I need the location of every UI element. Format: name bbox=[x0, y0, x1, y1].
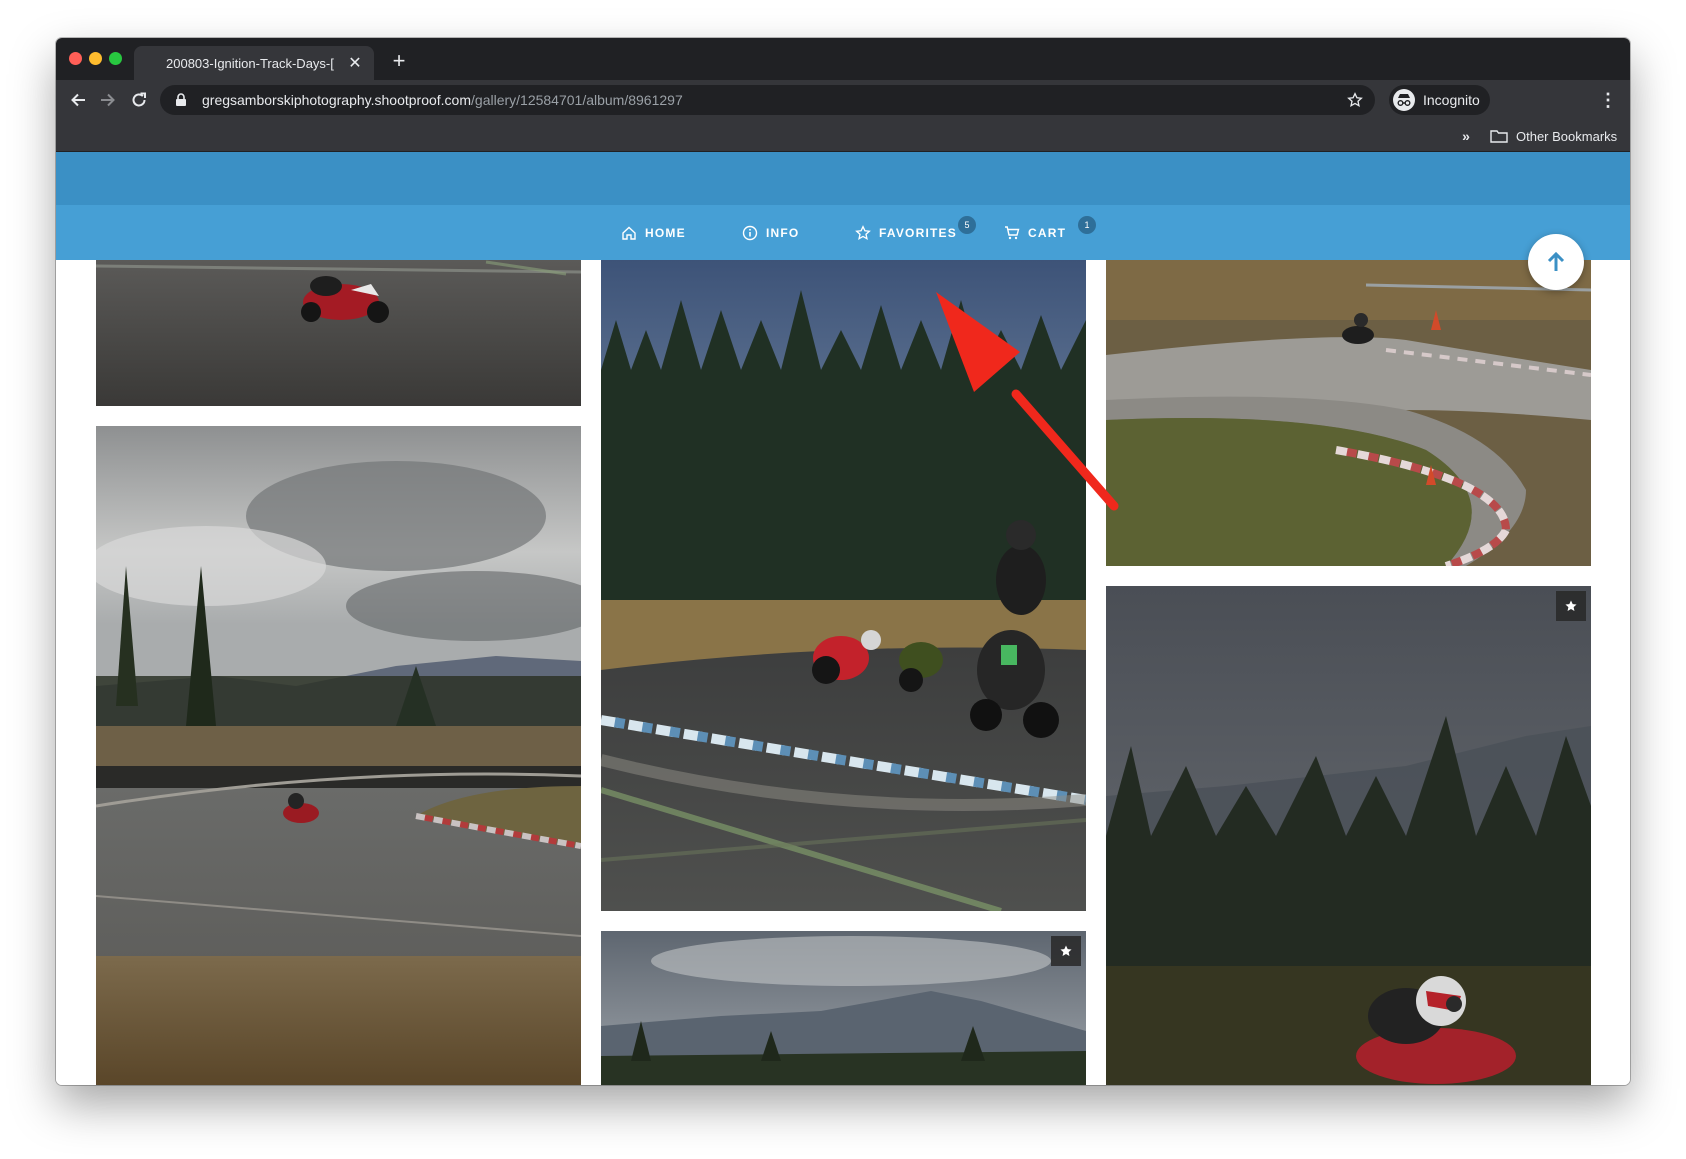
star-icon[interactable] bbox=[1345, 90, 1365, 110]
tab-strip: 200803-Ignition-Track-Days-[ ✕ + bbox=[56, 38, 1630, 80]
gallery-photo[interactable] bbox=[1106, 260, 1591, 566]
gallery-photo[interactable] bbox=[1106, 586, 1591, 1085]
scroll-to-top-button[interactable] bbox=[1528, 234, 1584, 290]
nav-info[interactable]: INFO bbox=[742, 223, 799, 243]
address-bar[interactable]: gregsamborskiphotography.shootproof.com /… bbox=[160, 85, 1375, 115]
favorite-toggle-button[interactable] bbox=[1556, 591, 1586, 621]
browser-window: 200803-Ignition-Track-Days-[ ✕ + gregsam… bbox=[56, 38, 1630, 1085]
incognito-icon bbox=[1393, 89, 1415, 111]
back-icon[interactable] bbox=[64, 86, 92, 114]
close-window-button[interactable] bbox=[69, 52, 82, 65]
gallery-photo[interactable] bbox=[601, 931, 1086, 1085]
reload-icon[interactable] bbox=[125, 86, 153, 114]
zoom-window-button[interactable] bbox=[109, 52, 122, 65]
bookmarks-bar: » Other Bookmarks bbox=[56, 120, 1630, 152]
nav-home[interactable]: HOME bbox=[621, 223, 686, 243]
nav-favorites[interactable]: FAVORITES bbox=[855, 223, 957, 243]
info-icon bbox=[742, 225, 758, 241]
bookmarks-overflow-icon[interactable]: » bbox=[1456, 126, 1476, 146]
minimize-window-button[interactable] bbox=[89, 52, 102, 65]
profile-button[interactable]: Incognito bbox=[1389, 85, 1490, 115]
favorite-toggle-button[interactable] bbox=[1051, 936, 1081, 966]
gallery-photo[interactable] bbox=[601, 260, 1086, 911]
site-navbar: HOME INFO FAVORITES 5 CART 1 bbox=[56, 205, 1630, 260]
other-bookmarks-button[interactable]: Other Bookmarks bbox=[1490, 124, 1617, 148]
arrow-up-icon bbox=[1547, 251, 1565, 271]
menu-icon[interactable]: ⋮ bbox=[1594, 86, 1622, 114]
new-tab-button[interactable]: + bbox=[386, 48, 412, 74]
browser-toolbar: gregsamborskiphotography.shootproof.com /… bbox=[56, 80, 1630, 120]
star-filled-icon bbox=[1565, 600, 1577, 611]
nav-info-label: INFO bbox=[766, 226, 800, 240]
star-filled-icon bbox=[1060, 945, 1072, 956]
gallery-page: HOME INFO FAVORITES 5 CART 1 bbox=[56, 152, 1630, 1085]
url-host: gregsamborskiphotography.shootproof.com bbox=[202, 92, 472, 108]
cart-count-badge: 1 bbox=[1078, 216, 1096, 234]
profile-label: Incognito bbox=[1423, 92, 1480, 108]
home-icon bbox=[621, 225, 637, 241]
nav-cart[interactable]: CART bbox=[1004, 223, 1066, 243]
site-header-band bbox=[56, 152, 1630, 205]
nav-favorites-label: FAVORITES bbox=[879, 226, 957, 240]
tab-title: 200803-Ignition-Track-Days-[ bbox=[166, 55, 334, 71]
other-bookmarks-label: Other Bookmarks bbox=[1516, 128, 1618, 144]
forward-icon[interactable] bbox=[94, 86, 122, 114]
cart-icon bbox=[1004, 225, 1020, 241]
close-tab-icon[interactable]: ✕ bbox=[346, 54, 364, 72]
browser-tab[interactable]: 200803-Ignition-Track-Days-[ ✕ bbox=[134, 46, 374, 80]
url-path: /gallery/12584701/album/8961297 bbox=[471, 92, 683, 108]
nav-cart-label: CART bbox=[1028, 226, 1067, 240]
gallery-photo[interactable] bbox=[96, 260, 581, 406]
star-outline-icon bbox=[855, 225, 871, 241]
folder-icon bbox=[1490, 130, 1508, 143]
gallery-photo[interactable] bbox=[96, 426, 581, 1085]
lock-icon[interactable] bbox=[174, 93, 188, 107]
favorites-count-badge: 5 bbox=[958, 216, 976, 234]
nav-home-label: HOME bbox=[645, 226, 686, 240]
